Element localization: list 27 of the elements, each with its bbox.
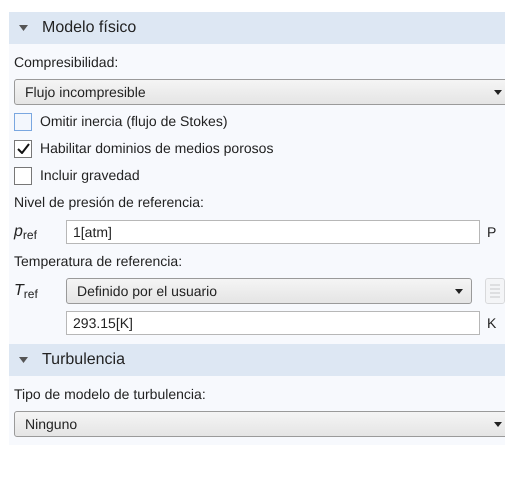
caret-icon bbox=[494, 422, 502, 426]
symbol-label: p$_{ref}$ bbox=[14, 222, 38, 244]
unit-label: P bbox=[486, 222, 498, 242]
checkbox[interactable] bbox=[14, 166, 32, 184]
list-icon bbox=[488, 283, 502, 299]
checkbox[interactable] bbox=[14, 112, 32, 130]
checkbox-label: Omitir inercia (flujo de Stokes) bbox=[40, 112, 228, 131]
section-header[interactable]: Modelo físico bbox=[9, 12, 505, 44]
field-label: Compresibilidad: bbox=[14, 53, 120, 72]
expand-icon bbox=[19, 357, 28, 363]
field-label: Tipo de modelo de turbulencia: bbox=[14, 385, 207, 404]
field-label: Temperatura de referencia: bbox=[14, 252, 184, 271]
caret-icon bbox=[494, 90, 502, 94]
dropdown[interactable]: Flujo incompresible bbox=[14, 79, 505, 105]
input-field[interactable]: 293.15[K] bbox=[66, 311, 480, 335]
checkbox[interactable] bbox=[14, 140, 32, 158]
caret-icon bbox=[455, 288, 463, 294]
input-field[interactable]: 1[atm] bbox=[66, 220, 480, 244]
symbol-label: T$_{ref}$ bbox=[14, 281, 39, 303]
dropdown[interactable]: Definido por el usuario bbox=[66, 278, 472, 304]
field-label: Nivel de presión de referencia: bbox=[14, 193, 205, 212]
checkbox-label: Habilitar dominios de medios porosos bbox=[40, 139, 274, 158]
dropdown[interactable]: Ninguno bbox=[14, 411, 505, 437]
expand-icon bbox=[19, 25, 28, 31]
unit-label: K bbox=[486, 314, 498, 332]
checkbox-label: Incluir gravedad bbox=[40, 166, 140, 185]
section-header[interactable]: Turbulencia bbox=[9, 344, 505, 376]
